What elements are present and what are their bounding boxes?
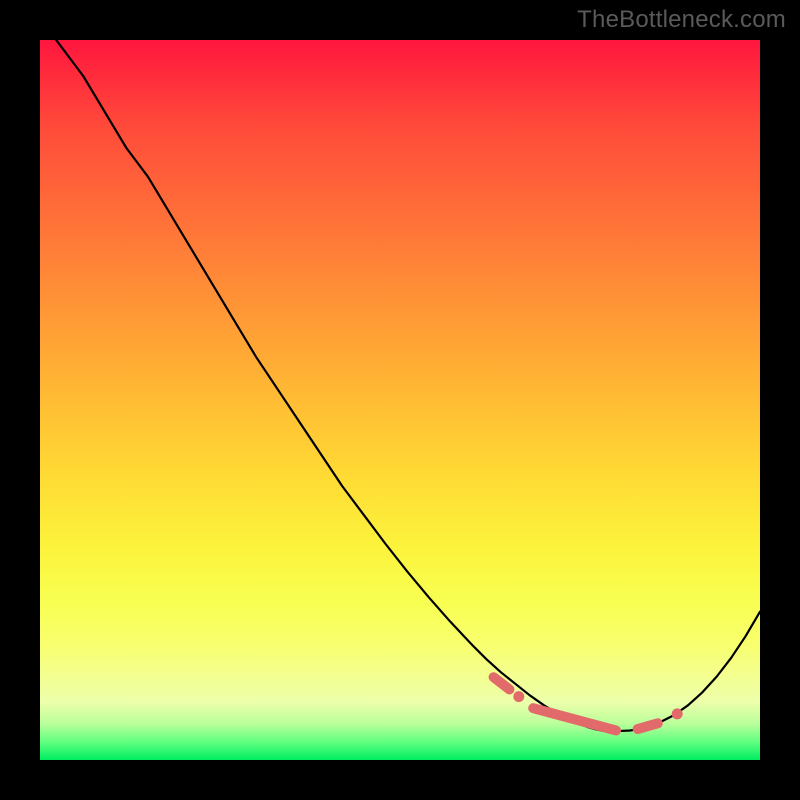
bottleneck-curve [40, 18, 760, 731]
highlight-segment [533, 708, 616, 730]
highlight-segment [638, 723, 658, 729]
highlight-dot [513, 691, 524, 702]
chart-canvas: TheBottleneck.com [0, 0, 800, 800]
watermark-text: TheBottleneck.com [577, 6, 786, 34]
highlight-segment [494, 677, 510, 689]
highlight-dot [672, 708, 683, 719]
chart-svg [40, 40, 760, 760]
marker-group [494, 677, 683, 730]
